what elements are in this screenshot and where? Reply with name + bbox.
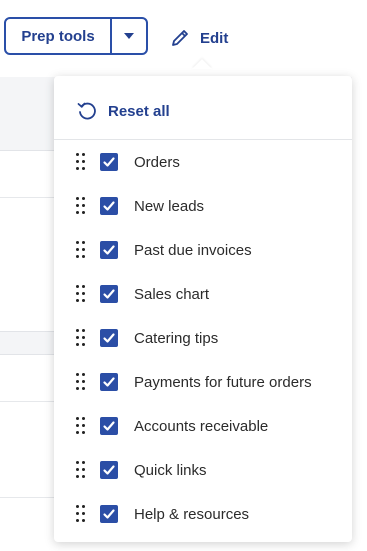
check-icon [103, 157, 115, 167]
list-item-label: Orders [134, 153, 180, 171]
drag-handle-icon[interactable] [76, 197, 86, 215]
edit-button[interactable]: Edit [170, 24, 228, 52]
list-item: Quick links [54, 448, 352, 492]
prep-tools-menu-button[interactable] [112, 19, 146, 53]
check-icon [103, 509, 115, 519]
checkbox[interactable] [100, 417, 118, 435]
list-item-label: New leads [134, 197, 205, 215]
check-icon [103, 377, 115, 387]
check-icon [103, 289, 115, 299]
list-item: Catering tips [54, 316, 352, 360]
checkbox[interactable] [100, 153, 118, 171]
check-icon [103, 201, 115, 211]
drag-handle-icon[interactable] [76, 417, 86, 435]
list-item-label: Past due invoices [134, 241, 252, 259]
drag-handle-icon[interactable] [76, 505, 86, 523]
check-icon [103, 465, 115, 475]
checkbox[interactable] [100, 373, 118, 391]
background-column [352, 77, 367, 550]
drag-handle-icon[interactable] [76, 285, 86, 303]
drag-handle-icon[interactable] [76, 329, 86, 347]
list-item: Orders [54, 140, 352, 184]
list-item: Past due invoices [54, 228, 352, 272]
list-item-label: Quick links [134, 461, 207, 479]
edit-button-label: Edit [200, 29, 229, 47]
list-item: Help & resources [54, 492, 352, 536]
list-item-label: Accounts receivable [134, 417, 269, 435]
list-item-label: Sales chart [134, 285, 210, 303]
checkbox[interactable] [100, 285, 118, 303]
drag-handle-icon[interactable] [76, 153, 86, 171]
list-item-label: Catering tips [134, 329, 219, 347]
dropdown-pointer [192, 59, 212, 69]
prep-tools-split-button: Prep tools [4, 17, 148, 55]
chevron-down-icon [124, 33, 134, 39]
checkbox[interactable] [100, 197, 118, 215]
widget-settings-dropdown: Reset all Orders New leads Past due invo… [54, 76, 352, 542]
list-item-label: Payments for future orders [134, 373, 312, 391]
list-item: Sales chart [54, 272, 352, 316]
prep-tools-button[interactable]: Prep tools [6, 19, 110, 53]
checkbox[interactable] [100, 505, 118, 523]
list-item-label: Help & resources [134, 505, 250, 523]
checkbox[interactable] [100, 241, 118, 259]
check-icon [103, 421, 115, 431]
pencil-icon [172, 30, 188, 46]
drag-handle-icon[interactable] [76, 241, 86, 259]
list-item: Payments for future orders [54, 360, 352, 404]
check-icon [103, 333, 115, 343]
drag-handle-icon[interactable] [76, 461, 86, 479]
checkbox[interactable] [100, 329, 118, 347]
drag-handle-icon[interactable] [76, 373, 86, 391]
reset-all-button[interactable]: Reset all [76, 100, 170, 122]
list-item: New leads [54, 184, 352, 228]
reset-all-label: Reset all [108, 102, 170, 120]
list-item: Accounts receivable [54, 404, 352, 448]
check-icon [103, 245, 115, 255]
reset-icon [77, 102, 96, 120]
checkbox[interactable] [100, 461, 118, 479]
